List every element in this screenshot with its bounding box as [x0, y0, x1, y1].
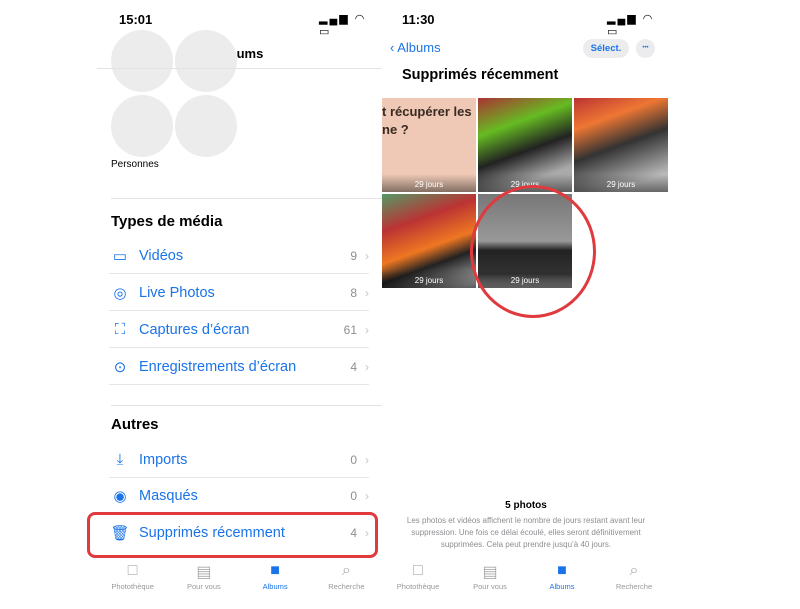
- days-remaining: 29 jours: [382, 270, 476, 288]
- albums-icon: ■: [557, 562, 567, 579]
- chevron-right-icon: ›: [365, 359, 369, 374]
- back-button[interactable]: ‹ Albums: [390, 40, 441, 55]
- status-time: 15:01: [119, 12, 153, 27]
- media-types-heading: Types de média: [111, 213, 223, 230]
- status-icons: ▂▄▆ ◠ ▭: [319, 13, 367, 38]
- more-button[interactable]: •••: [636, 39, 655, 58]
- row-label: Live Photos: [139, 284, 215, 301]
- row-label: Captures d’écran: [139, 321, 250, 338]
- photo-thumbnail[interactable]: 29 jours: [382, 194, 476, 288]
- status-time: 11:30: [402, 12, 435, 27]
- person-avatar[interactable]: [111, 30, 173, 92]
- chevron-right-icon: ›: [365, 248, 369, 263]
- row-label: Imports: [139, 451, 188, 468]
- tab-library[interactable]: □ Photothèque: [98, 562, 168, 602]
- back-label: Albums: [397, 40, 441, 55]
- album-row-imports[interactable]: ⤓ Imports 0 ›: [109, 442, 369, 478]
- photo-thumbnail[interactable]: 29 jours: [478, 98, 572, 192]
- search-icon: ⌕: [629, 562, 639, 579]
- deletion-note: Les photos et vidéos affichent le nombre…: [406, 516, 646, 549]
- row-label: Vidéos: [139, 247, 184, 264]
- photos-icon: □: [127, 562, 138, 579]
- tab-label: Albums: [262, 582, 288, 591]
- for-you-icon: ▤: [482, 564, 498, 581]
- row-count: 0: [350, 488, 357, 503]
- person-avatar[interactable]: [111, 95, 173, 157]
- tab-label: Photothèque: [111, 582, 154, 591]
- tab-label: Pour vous: [186, 582, 221, 591]
- others-heading: Autres: [111, 416, 159, 433]
- days-remaining: 29 jours: [382, 174, 476, 192]
- highlight-ellipse: [470, 185, 596, 318]
- albums-icon: ■: [270, 562, 280, 579]
- chevron-right-icon: ›: [365, 322, 369, 337]
- section-divider: [111, 405, 382, 406]
- header-divider: [97, 68, 382, 69]
- screenshot-icon: ⛶: [114, 321, 126, 338]
- section-divider: [111, 198, 382, 199]
- select-button[interactable]: Sélect.: [583, 39, 629, 58]
- days-remaining: 29 jours: [574, 174, 668, 192]
- tab-albums[interactable]: ■ Albums: [527, 562, 597, 602]
- photo-count: 5 photos: [505, 500, 547, 511]
- album-row-hidden[interactable]: ◉ Masqués 0 ›: [109, 478, 369, 514]
- photo-thumbnail[interactable]: 29 jours: [574, 98, 668, 192]
- chevron-right-icon: ›: [365, 488, 369, 503]
- eye-slash-icon: ◉: [113, 487, 127, 505]
- tab-label: Recherche: [328, 582, 365, 591]
- tab-label: Recherche: [615, 582, 653, 591]
- tab-bar: □ Photothèque ▤ Pour vous ■ Albums ⌕ Recherc…: [97, 562, 382, 602]
- page-title: Supprimés récemment: [402, 67, 559, 83]
- tab-search[interactable]: ⌕ Recherche: [311, 562, 381, 602]
- chevron-right-icon: ›: [365, 452, 369, 467]
- tab-label: Albums: [549, 582, 575, 591]
- tab-bar: □ Photothèque ▤ Pour vous ■ Albums ⌕ Recherc…: [382, 562, 670, 602]
- row-count: 0: [350, 452, 357, 467]
- person-avatar[interactable]: [175, 30, 237, 92]
- album-row-screen-recordings[interactable]: ⊙ Enregistrements d’écran 4 ›: [109, 349, 369, 385]
- row-count: 9: [350, 248, 357, 263]
- screen-record-icon: ⊙: [113, 358, 127, 376]
- tab-for-you[interactable]: ▤ Pour vous: [169, 562, 239, 602]
- status-icons: ▂▄▆ ◠ ▭: [607, 13, 655, 38]
- row-count: 4: [350, 359, 357, 374]
- tab-label: Pour vous: [473, 582, 507, 591]
- live-photo-icon: ◎: [113, 284, 127, 302]
- search-icon: ⌕: [341, 562, 351, 579]
- row-count: 8: [350, 285, 357, 300]
- photo-thumbnail[interactable]: t récupérer les pl ne ? 29 jours: [382, 98, 476, 192]
- for-you-icon: ▤: [196, 564, 212, 581]
- album-row-videos[interactable]: ▭ Vidéos 9 ›: [109, 238, 369, 274]
- photos-icon: □: [413, 562, 423, 579]
- import-icon: ⤓: [116, 451, 124, 468]
- highlight-box: [87, 512, 378, 558]
- row-label: Masqués: [139, 487, 198, 504]
- tab-library[interactable]: □ Photothèque: [383, 562, 453, 602]
- people-label[interactable]: Personnes: [111, 159, 159, 170]
- tab-for-you[interactable]: ▤ Pour vous: [455, 562, 525, 602]
- row-count: 61: [343, 322, 357, 337]
- photo-content-text: t récupérer les pl ne ?: [382, 104, 476, 137]
- album-row-live-photos[interactable]: ◎ Live Photos 8 ›: [109, 275, 369, 311]
- person-avatar[interactable]: [175, 95, 237, 157]
- chevron-right-icon: ›: [365, 285, 369, 300]
- tab-albums[interactable]: ■ Albums: [240, 562, 310, 602]
- row-label: Enregistrements d’écran: [139, 358, 297, 375]
- tab-label: Photothèque: [396, 582, 440, 591]
- tab-search[interactable]: ⌕ Recherche: [599, 562, 669, 602]
- album-row-screenshots[interactable]: ⛶ Captures d’écran 61 ›: [109, 312, 369, 348]
- video-icon: ▭: [112, 247, 128, 265]
